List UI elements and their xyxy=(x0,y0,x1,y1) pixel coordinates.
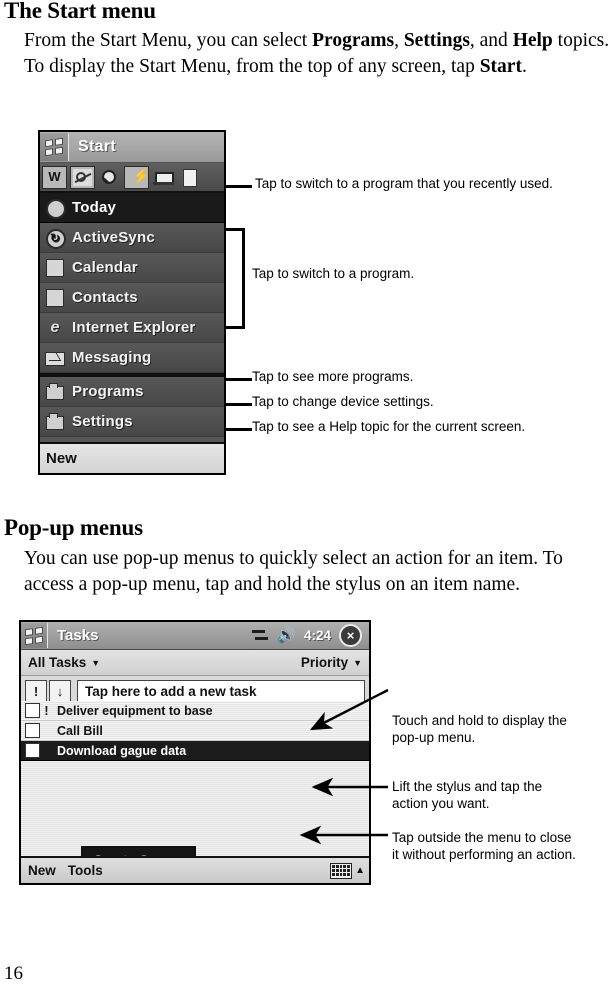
sort-priority[interactable]: Priority xyxy=(301,655,348,670)
start-menu-item-label: Settings xyxy=(72,413,133,430)
start-menu-titlebar: Start xyxy=(40,132,224,163)
callout-switch-program: Tap to switch to a program. xyxy=(252,266,415,281)
priority-flag: ! xyxy=(44,703,49,718)
start-menu-item-contacts[interactable]: Contacts xyxy=(40,283,224,313)
clock-label[interactable]: 4:24 xyxy=(304,628,331,643)
table-row-selected[interactable]: Download gague data xyxy=(21,741,369,761)
callout-recent-programs: Tap to switch to a program that you rece… xyxy=(255,176,553,191)
messaging-icon xyxy=(45,348,65,368)
start-menu-item-label: Internet Explorer xyxy=(72,319,196,336)
leader-line-programs xyxy=(226,378,252,381)
note-icon[interactable] xyxy=(178,167,201,188)
start-menu-title: Start xyxy=(78,138,116,155)
new-task-input[interactable]: Tap here to add a new task xyxy=(77,680,365,703)
tasks-titlebar: Tasks 🔊 4:24 × xyxy=(21,622,369,650)
tasks-list-area: ! Deliver equipment to base Call Bill Do… xyxy=(21,701,369,883)
new-button[interactable]: New xyxy=(28,863,56,878)
paragraph-popup-menus: You can use pop-up menus to quickly sele… xyxy=(24,548,563,595)
speaker-icon[interactable]: 🔊 xyxy=(277,628,296,643)
callout-touch-and-hold: Touch and hold to display the pop-up men… xyxy=(392,713,567,745)
tasks-status-bar: New Tools ▲ xyxy=(21,856,369,883)
callout-device-settings: Tap to change device settings. xyxy=(252,394,434,409)
callout-lift-stylus: Lift the stylus and tap the action you w… xyxy=(392,779,543,811)
calendar-icon xyxy=(45,258,65,278)
windows-flag-icon[interactable] xyxy=(21,623,48,648)
start-menu-item-settings[interactable]: Settings xyxy=(40,407,224,437)
page-title-popup-menus: Pop-up menus xyxy=(4,515,143,540)
callout-more-programs: Tap to see more programs. xyxy=(252,369,414,384)
start-menu-item-label: ActiveSync xyxy=(72,229,155,246)
chevron-up-icon[interactable]: ▲ xyxy=(355,865,365,876)
start-menu-item-calendar[interactable]: Calendar xyxy=(40,253,224,283)
page-title-start-menu: The Start menu xyxy=(4,0,156,23)
leader-line-help xyxy=(226,428,252,431)
table-row[interactable]: ! Deliver equipment to base xyxy=(21,701,369,721)
word-icon[interactable]: W xyxy=(42,165,67,189)
chevron-down-icon[interactable]: ▼ xyxy=(348,658,362,668)
connectivity-icon[interactable] xyxy=(252,629,269,643)
start-menu-item-label: Today xyxy=(72,199,117,216)
document-page: The Start menu From the Start Menu, you … xyxy=(0,0,611,998)
start-menu-item-label: Programs xyxy=(72,383,144,400)
tools-button[interactable]: Tools xyxy=(68,863,103,878)
power-icon[interactable]: ⚡ xyxy=(124,165,149,189)
task-checkbox[interactable] xyxy=(25,743,40,758)
recent-programs-bar[interactable]: W ⚡ xyxy=(40,163,224,193)
search-icon[interactable] xyxy=(98,167,121,188)
windows-flag-icon[interactable] xyxy=(40,133,69,161)
keyboard-icon[interactable] xyxy=(330,862,353,879)
image-icon[interactable] xyxy=(70,165,95,189)
chevron-down-icon[interactable]: ▼ xyxy=(86,658,100,668)
tasks-screenshot: Tasks 🔊 4:24 × All Tasks ▼ Priority ▼ ! … xyxy=(19,620,371,885)
tasks-title: Tasks xyxy=(57,627,99,644)
start-menu-new-button[interactable]: New xyxy=(40,442,224,473)
leader-line-settings xyxy=(226,403,252,406)
task-checkbox[interactable] xyxy=(25,723,40,738)
sort-button[interactable]: ↓ xyxy=(49,680,71,703)
filter-all-tasks[interactable]: All Tasks xyxy=(28,655,86,670)
start-menu-item-today[interactable]: Today xyxy=(40,193,224,223)
activesync-icon: ↻ xyxy=(45,228,66,249)
tasks-filter-bar: All Tasks ▼ Priority ▼ xyxy=(21,650,369,676)
callout-tap-outside: Tap outside the menu to close it without… xyxy=(392,830,576,862)
close-icon[interactable]: × xyxy=(339,624,362,647)
start-menu-item-label: Calendar xyxy=(72,259,138,276)
laptop-icon[interactable] xyxy=(152,167,175,188)
start-menu-item-label: Contacts xyxy=(72,289,138,306)
paragraph-start-menu: From the Start Menu, you can select Prog… xyxy=(24,30,610,77)
leader-bracket-vert xyxy=(242,228,245,329)
folder-gear-icon xyxy=(45,412,65,432)
today-icon xyxy=(45,198,66,219)
start-menu-item-internet-explorer[interactable]: e Internet Explorer xyxy=(40,313,224,343)
task-label: Download gague data xyxy=(57,743,187,758)
start-menu-item-programs[interactable]: Programs xyxy=(40,377,224,407)
task-label: Deliver equipment to base xyxy=(57,703,213,718)
page-number: 16 xyxy=(4,963,23,984)
leader-line-recent xyxy=(226,185,252,188)
task-label: Call Bill xyxy=(57,723,103,738)
start-menu-screenshot: Start W ⚡ Today ↻ ActiveSync Calendar Co… xyxy=(38,130,226,475)
folder-icon xyxy=(45,382,65,402)
callout-help-topic: Tap to see a Help topic for the current … xyxy=(252,419,526,434)
task-checkbox[interactable] xyxy=(25,703,40,718)
contacts-icon xyxy=(45,288,65,308)
start-menu-item-messaging[interactable]: Messaging xyxy=(40,343,224,373)
ie-icon: e xyxy=(50,318,60,336)
start-menu-item-activesync[interactable]: ↻ ActiveSync xyxy=(40,223,224,253)
leader-bracket-bottom xyxy=(226,326,245,329)
table-row[interactable]: Call Bill xyxy=(21,721,369,741)
start-menu-item-label: Messaging xyxy=(72,349,152,366)
priority-button[interactable]: ! xyxy=(25,680,47,703)
